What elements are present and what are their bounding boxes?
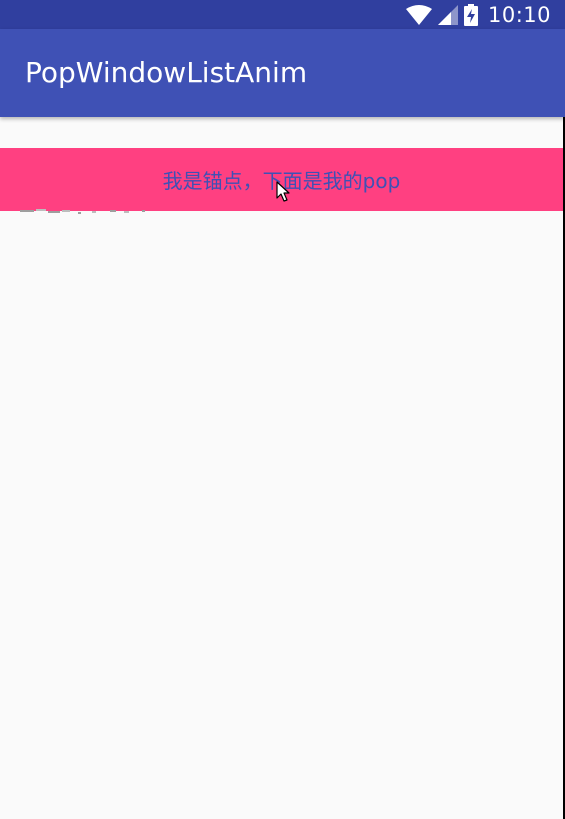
status-time: 10:10 <box>487 2 551 27</box>
battery-charging-icon <box>463 3 478 26</box>
mouse-pointer-icon <box>276 181 290 202</box>
popup-render-artifact <box>20 209 145 214</box>
app-title: PopWindowListAnim <box>25 56 308 89</box>
status-bar: 10:10 <box>0 0 565 29</box>
app-toolbar: PopWindowListAnim <box>0 29 565 117</box>
signal-icon <box>437 4 458 25</box>
wifi-icon <box>405 4 432 25</box>
